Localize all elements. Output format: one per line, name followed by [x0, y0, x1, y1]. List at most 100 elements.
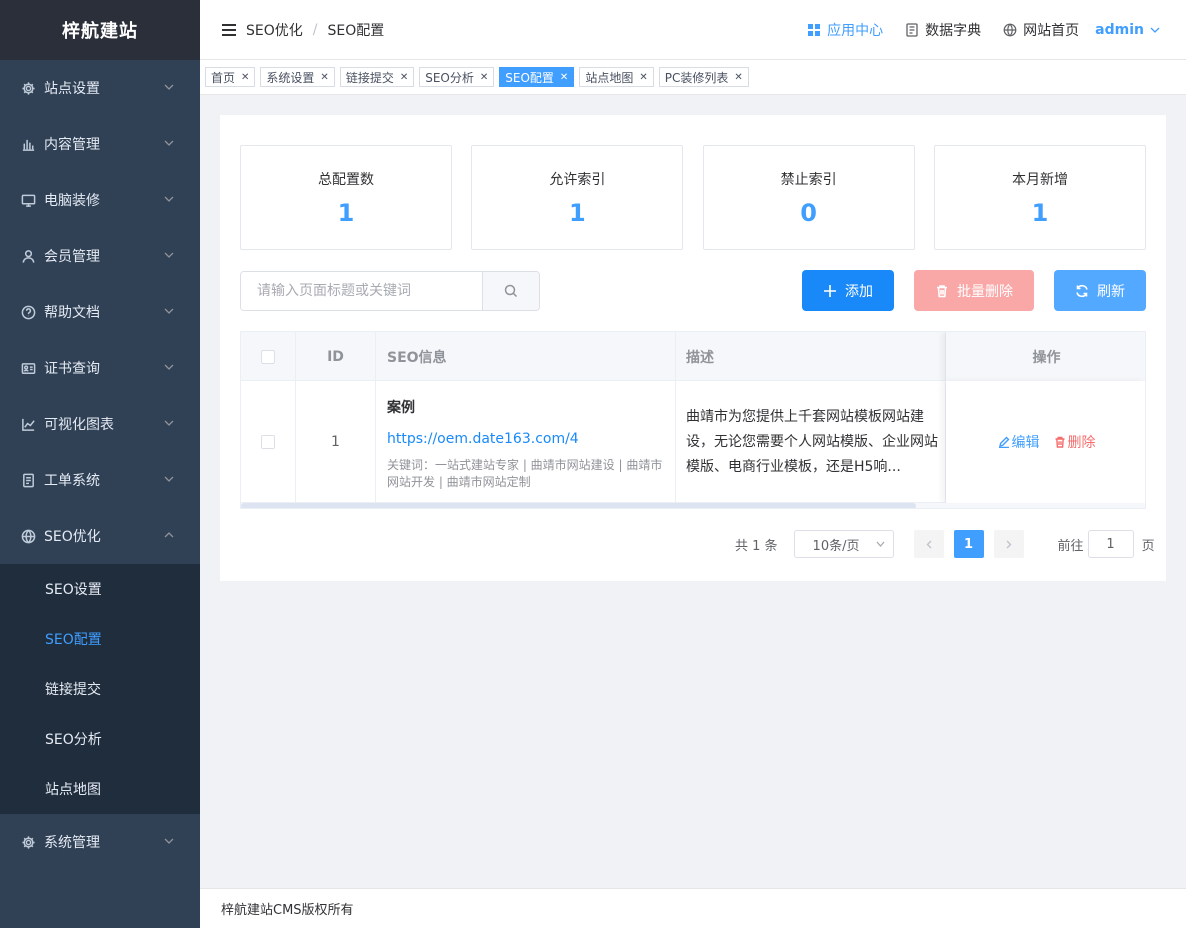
- menu-item-system[interactable]: 系统管理: [0, 814, 200, 870]
- menu-label: 内容管理: [44, 137, 100, 153]
- table-header: ID SEO信息 描述 操作: [241, 332, 1145, 381]
- stat-label: 本月新增: [1011, 171, 1068, 188]
- stat-value: 1: [337, 198, 355, 227]
- batch-delete-button[interactable]: 批量删除: [914, 270, 1034, 311]
- dictionary-link[interactable]: 数据字典: [905, 20, 981, 40]
- sub-item-link-submit[interactable]: 链接提交: [0, 664, 200, 714]
- page-number-current[interactable]: 1: [953, 530, 984, 558]
- tag-seo-config[interactable]: SEO配置 ✕: [499, 67, 575, 87]
- breadcrumb-item[interactable]: SEO优化: [246, 20, 303, 40]
- goto-page: 前往 页: [1058, 530, 1155, 558]
- sub-item-seo-config[interactable]: SEO配置: [0, 614, 200, 664]
- close-icon[interactable]: ✕: [480, 72, 488, 83]
- seo-keywords: 关键词：一站式建站专家 | 曲靖市网站建设 | 曲靖市网站开发 | 曲靖市网站定…: [387, 458, 663, 489]
- search-input[interactable]: [241, 272, 482, 310]
- tag-system-settings[interactable]: 系统设置 ✕: [260, 67, 335, 87]
- tag-label: 系统设置: [266, 70, 315, 85]
- close-icon[interactable]: ✕: [639, 72, 647, 83]
- batch-delete-label: 批量删除: [957, 283, 1013, 300]
- add-button[interactable]: 添加: [802, 270, 894, 311]
- tag-seo-analysis[interactable]: SEO分析 ✕: [419, 67, 495, 87]
- menu-label: 电脑装修: [44, 193, 100, 209]
- prev-page-button[interactable]: [913, 530, 944, 558]
- close-icon[interactable]: ✕: [241, 72, 249, 83]
- row-description: 曲靖市为您提供上千套网站模板网站建设，无论您需要个人网站模版、企业网站模版、电商…: [676, 381, 946, 503]
- page-size-select[interactable]: 10条/页: [793, 530, 894, 558]
- delete-label: 删除: [1067, 435, 1096, 451]
- header-actions: 应用中心 数据字典 网站首页 admin: [785, 20, 1186, 40]
- trash-icon: [937, 284, 947, 297]
- row-checkbox[interactable]: [261, 435, 275, 449]
- globe-icon: [20, 528, 36, 544]
- app-center-link[interactable]: 应用中心: [807, 20, 883, 40]
- hamburger-icon[interactable]: [222, 23, 236, 36]
- menu-label: 会员管理: [44, 249, 100, 265]
- refresh-button[interactable]: 刷新: [1054, 270, 1146, 311]
- tag-pc-decoration-list[interactable]: PC装修列表 ✕: [658, 67, 749, 87]
- tag-sitemap[interactable]: 站点地图 ✕: [579, 67, 654, 87]
- refresh-icon: [1076, 284, 1088, 297]
- footer: 梓航建站CMS版权所有: [200, 888, 1186, 928]
- stat-label: 总配置数: [318, 171, 374, 188]
- stat-card-monthly-new: 本月新增 1: [933, 145, 1146, 250]
- select-all-checkbox[interactable]: [261, 349, 275, 364]
- edit-button[interactable]: 编辑: [998, 432, 1040, 452]
- stat-value: 0: [800, 198, 817, 227]
- close-icon[interactable]: ✕: [734, 72, 742, 83]
- menu-item-tickets[interactable]: 工单系统: [0, 452, 200, 508]
- document-icon: [20, 472, 36, 488]
- chevron-down-icon: [876, 541, 885, 547]
- question-icon: [20, 304, 36, 320]
- stat-value: 1: [568, 198, 586, 227]
- menu-item-content[interactable]: 内容管理: [0, 116, 200, 172]
- chevron-down-icon: [1150, 27, 1160, 33]
- close-icon[interactable]: ✕: [560, 72, 568, 83]
- home-label: 网站首页: [1023, 22, 1080, 39]
- goto-page-input[interactable]: [1087, 530, 1134, 558]
- tag-label: 首页: [211, 70, 236, 85]
- stat-card-indexed: 允许索引 1: [471, 145, 684, 250]
- home-link[interactable]: 网站首页: [1003, 20, 1079, 40]
- app-center-label: 应用中心: [827, 22, 884, 39]
- chevron-down-icon: [164, 838, 174, 844]
- sub-item-seo-analysis[interactable]: SEO分析: [0, 714, 200, 764]
- menu-item-certificate[interactable]: 证书查询: [0, 340, 200, 396]
- grid-icon: [808, 23, 821, 36]
- breadcrumb-current: SEO配置: [327, 22, 385, 39]
- next-page-button[interactable]: [993, 530, 1024, 558]
- user-menu[interactable]: admin: [1095, 22, 1160, 38]
- tags-view: 首页 ✕ 系统设置 ✕ 链接提交 ✕ SEO分析 ✕ SEO配置 ✕ 站点地图 ✕ PC装修…: [200, 60, 1186, 95]
- menu-item-seo[interactable]: SEO优化: [0, 508, 200, 564]
- menu-label: 站点设置: [44, 81, 100, 97]
- dictionary-label: 数据字典: [925, 22, 982, 39]
- menu-item-charts[interactable]: 可视化图表: [0, 396, 200, 452]
- stat-label: 禁止索引: [780, 171, 837, 188]
- close-icon[interactable]: ✕: [400, 72, 408, 83]
- tag-label: 站点地图: [585, 70, 634, 85]
- seo-url-link[interactable]: https://oem.date163.com/4: [387, 431, 675, 447]
- menu-item-help[interactable]: 帮助文档: [0, 284, 200, 340]
- tag-link-submit[interactable]: 链接提交 ✕: [339, 67, 415, 87]
- sub-item-seo-settings[interactable]: SEO设置: [0, 564, 200, 614]
- header-id: ID: [296, 332, 376, 381]
- sub-item-sitemap[interactable]: 站点地图: [0, 764, 200, 814]
- close-icon[interactable]: ✕: [320, 72, 328, 83]
- delete-button[interactable]: 删除: [1054, 432, 1096, 452]
- add-label: 添加: [845, 283, 873, 300]
- menu-item-pc-decoration[interactable]: 电脑装修: [0, 172, 200, 228]
- row-seo-info: 案例 https://oem.date163.com/4 关键词：一站式建站专家…: [376, 381, 676, 503]
- tag-home[interactable]: 首页 ✕: [205, 67, 256, 87]
- menu-item-members[interactable]: 会员管理: [0, 228, 200, 284]
- search-button[interactable]: [482, 272, 539, 310]
- row-id: 1: [296, 381, 376, 503]
- row-select: [241, 381, 296, 503]
- header-description: 描述: [676, 332, 946, 381]
- chevron-down-icon: [164, 252, 174, 258]
- pagination: 共 1 条 10条/页 1 前往 页: [735, 530, 1155, 558]
- bar-chart-icon: [20, 136, 36, 152]
- horizontal-scrollbar[interactable]: [241, 503, 1145, 508]
- search-icon: [504, 284, 518, 298]
- trash-icon: [1055, 436, 1064, 448]
- scrollbar-thumb[interactable]: [241, 503, 916, 508]
- menu-item-site-settings[interactable]: 站点设置: [0, 60, 200, 116]
